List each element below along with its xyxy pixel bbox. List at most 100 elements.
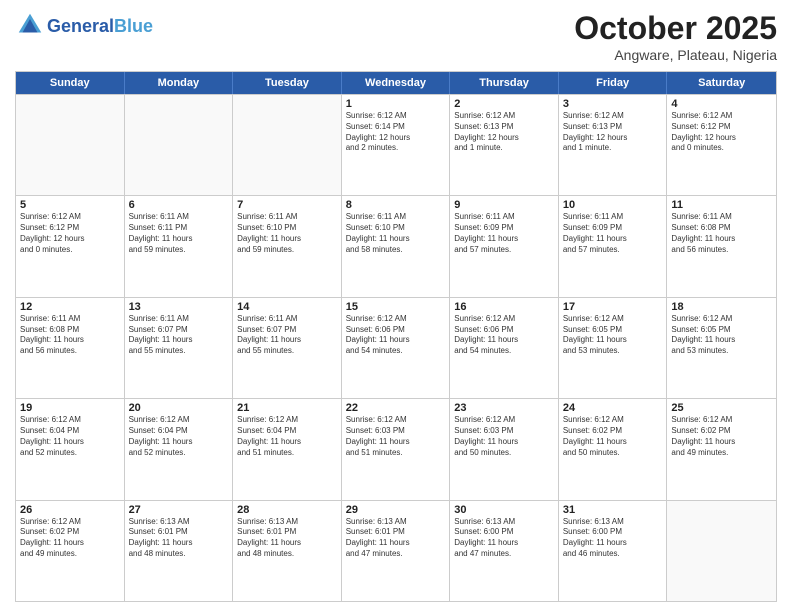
day-number: 29 (346, 504, 446, 516)
day-number: 28 (237, 504, 337, 516)
cal-header-monday: Monday (125, 72, 234, 94)
cell-text: Sunrise: 6:12 AM Sunset: 6:03 PM Dayligh… (454, 415, 554, 458)
logo-text: GeneralBlue (47, 17, 153, 37)
cell-text: Sunrise: 6:12 AM Sunset: 6:12 PM Dayligh… (20, 212, 120, 255)
cal-cell: 13Sunrise: 6:11 AM Sunset: 6:07 PM Dayli… (125, 298, 234, 398)
logo: GeneralBlue (15, 14, 153, 40)
cal-cell: 25Sunrise: 6:12 AM Sunset: 6:02 PM Dayli… (667, 399, 776, 499)
cell-text: Sunrise: 6:12 AM Sunset: 6:04 PM Dayligh… (129, 415, 229, 458)
cell-text: Sunrise: 6:11 AM Sunset: 6:07 PM Dayligh… (237, 314, 337, 357)
day-number: 21 (237, 402, 337, 414)
cell-text: Sunrise: 6:12 AM Sunset: 6:02 PM Dayligh… (20, 517, 120, 560)
location-subtitle: Angware, Plateau, Nigeria (574, 47, 777, 63)
cal-week-1: 1Sunrise: 6:12 AM Sunset: 6:14 PM Daylig… (16, 94, 776, 195)
day-number: 15 (346, 301, 446, 313)
day-number: 31 (563, 504, 663, 516)
cal-cell: 5Sunrise: 6:12 AM Sunset: 6:12 PM Daylig… (16, 196, 125, 296)
cell-text: Sunrise: 6:12 AM Sunset: 6:04 PM Dayligh… (20, 415, 120, 458)
cal-header-friday: Friday (559, 72, 668, 94)
day-number: 17 (563, 301, 663, 313)
cal-cell: 7Sunrise: 6:11 AM Sunset: 6:10 PM Daylig… (233, 196, 342, 296)
calendar-body: 1Sunrise: 6:12 AM Sunset: 6:14 PM Daylig… (16, 94, 776, 601)
cell-text: Sunrise: 6:13 AM Sunset: 6:01 PM Dayligh… (129, 517, 229, 560)
cell-text: Sunrise: 6:11 AM Sunset: 6:11 PM Dayligh… (129, 212, 229, 255)
cal-cell: 12Sunrise: 6:11 AM Sunset: 6:08 PM Dayli… (16, 298, 125, 398)
header: GeneralBlue October 2025 Angware, Platea… (15, 10, 777, 63)
cell-text: Sunrise: 6:12 AM Sunset: 6:06 PM Dayligh… (454, 314, 554, 357)
day-number: 1 (346, 98, 446, 110)
day-number: 23 (454, 402, 554, 414)
cell-text: Sunrise: 6:12 AM Sunset: 6:13 PM Dayligh… (563, 111, 663, 154)
cal-header-thursday: Thursday (450, 72, 559, 94)
day-number: 12 (20, 301, 120, 313)
day-number: 22 (346, 402, 446, 414)
month-title: October 2025 (574, 10, 777, 47)
day-number: 9 (454, 199, 554, 211)
cal-header-wednesday: Wednesday (342, 72, 451, 94)
cal-cell: 10Sunrise: 6:11 AM Sunset: 6:09 PM Dayli… (559, 196, 668, 296)
cell-text: Sunrise: 6:12 AM Sunset: 6:06 PM Dayligh… (346, 314, 446, 357)
cal-cell (16, 95, 125, 195)
title-block: October 2025 Angware, Plateau, Nigeria (574, 10, 777, 63)
cal-cell: 27Sunrise: 6:13 AM Sunset: 6:01 PM Dayli… (125, 501, 234, 601)
cal-cell: 11Sunrise: 6:11 AM Sunset: 6:08 PM Dayli… (667, 196, 776, 296)
cal-cell: 14Sunrise: 6:11 AM Sunset: 6:07 PM Dayli… (233, 298, 342, 398)
day-number: 7 (237, 199, 337, 211)
day-number: 5 (20, 199, 120, 211)
cell-text: Sunrise: 6:13 AM Sunset: 6:01 PM Dayligh… (237, 517, 337, 560)
cell-text: Sunrise: 6:12 AM Sunset: 6:05 PM Dayligh… (563, 314, 663, 357)
cell-text: Sunrise: 6:11 AM Sunset: 6:08 PM Dayligh… (20, 314, 120, 357)
cal-cell: 24Sunrise: 6:12 AM Sunset: 6:02 PM Dayli… (559, 399, 668, 499)
cal-cell: 22Sunrise: 6:12 AM Sunset: 6:03 PM Dayli… (342, 399, 451, 499)
day-number: 14 (237, 301, 337, 313)
cal-cell: 16Sunrise: 6:12 AM Sunset: 6:06 PM Dayli… (450, 298, 559, 398)
calendar-header-row: SundayMondayTuesdayWednesdayThursdayFrid… (16, 72, 776, 94)
logo-icon (15, 10, 45, 40)
cal-cell: 6Sunrise: 6:11 AM Sunset: 6:11 PM Daylig… (125, 196, 234, 296)
cal-header-saturday: Saturday (667, 72, 776, 94)
cell-text: Sunrise: 6:12 AM Sunset: 6:14 PM Dayligh… (346, 111, 446, 154)
page: GeneralBlue October 2025 Angware, Platea… (0, 0, 792, 612)
cell-text: Sunrise: 6:11 AM Sunset: 6:09 PM Dayligh… (454, 212, 554, 255)
cal-week-4: 19Sunrise: 6:12 AM Sunset: 6:04 PM Dayli… (16, 398, 776, 499)
cal-cell: 26Sunrise: 6:12 AM Sunset: 6:02 PM Dayli… (16, 501, 125, 601)
cal-cell: 15Sunrise: 6:12 AM Sunset: 6:06 PM Dayli… (342, 298, 451, 398)
day-number: 16 (454, 301, 554, 313)
day-number: 6 (129, 199, 229, 211)
day-number: 20 (129, 402, 229, 414)
cell-text: Sunrise: 6:12 AM Sunset: 6:03 PM Dayligh… (346, 415, 446, 458)
day-number: 11 (671, 199, 772, 211)
cal-cell: 18Sunrise: 6:12 AM Sunset: 6:05 PM Dayli… (667, 298, 776, 398)
cal-week-2: 5Sunrise: 6:12 AM Sunset: 6:12 PM Daylig… (16, 195, 776, 296)
cal-header-sunday: Sunday (16, 72, 125, 94)
cal-cell: 19Sunrise: 6:12 AM Sunset: 6:04 PM Dayli… (16, 399, 125, 499)
cell-text: Sunrise: 6:12 AM Sunset: 6:04 PM Dayligh… (237, 415, 337, 458)
day-number: 27 (129, 504, 229, 516)
day-number: 4 (671, 98, 772, 110)
cell-text: Sunrise: 6:12 AM Sunset: 6:05 PM Dayligh… (671, 314, 772, 357)
cal-cell: 17Sunrise: 6:12 AM Sunset: 6:05 PM Dayli… (559, 298, 668, 398)
day-number: 24 (563, 402, 663, 414)
cell-text: Sunrise: 6:13 AM Sunset: 6:00 PM Dayligh… (454, 517, 554, 560)
calendar: SundayMondayTuesdayWednesdayThursdayFrid… (15, 71, 777, 602)
cal-cell (233, 95, 342, 195)
day-number: 10 (563, 199, 663, 211)
cal-week-3: 12Sunrise: 6:11 AM Sunset: 6:08 PM Dayli… (16, 297, 776, 398)
cal-cell: 30Sunrise: 6:13 AM Sunset: 6:00 PM Dayli… (450, 501, 559, 601)
cell-text: Sunrise: 6:11 AM Sunset: 6:10 PM Dayligh… (346, 212, 446, 255)
cell-text: Sunrise: 6:12 AM Sunset: 6:02 PM Dayligh… (671, 415, 772, 458)
day-number: 8 (346, 199, 446, 211)
cal-cell: 8Sunrise: 6:11 AM Sunset: 6:10 PM Daylig… (342, 196, 451, 296)
cell-text: Sunrise: 6:11 AM Sunset: 6:08 PM Dayligh… (671, 212, 772, 255)
day-number: 2 (454, 98, 554, 110)
cal-cell: 4Sunrise: 6:12 AM Sunset: 6:12 PM Daylig… (667, 95, 776, 195)
cell-text: Sunrise: 6:13 AM Sunset: 6:00 PM Dayligh… (563, 517, 663, 560)
cell-text: Sunrise: 6:11 AM Sunset: 6:09 PM Dayligh… (563, 212, 663, 255)
cell-text: Sunrise: 6:12 AM Sunset: 6:12 PM Dayligh… (671, 111, 772, 154)
cal-cell: 2Sunrise: 6:12 AM Sunset: 6:13 PM Daylig… (450, 95, 559, 195)
cell-text: Sunrise: 6:11 AM Sunset: 6:07 PM Dayligh… (129, 314, 229, 357)
day-number: 19 (20, 402, 120, 414)
cal-cell: 21Sunrise: 6:12 AM Sunset: 6:04 PM Dayli… (233, 399, 342, 499)
cell-text: Sunrise: 6:12 AM Sunset: 6:13 PM Dayligh… (454, 111, 554, 154)
cell-text: Sunrise: 6:13 AM Sunset: 6:01 PM Dayligh… (346, 517, 446, 560)
